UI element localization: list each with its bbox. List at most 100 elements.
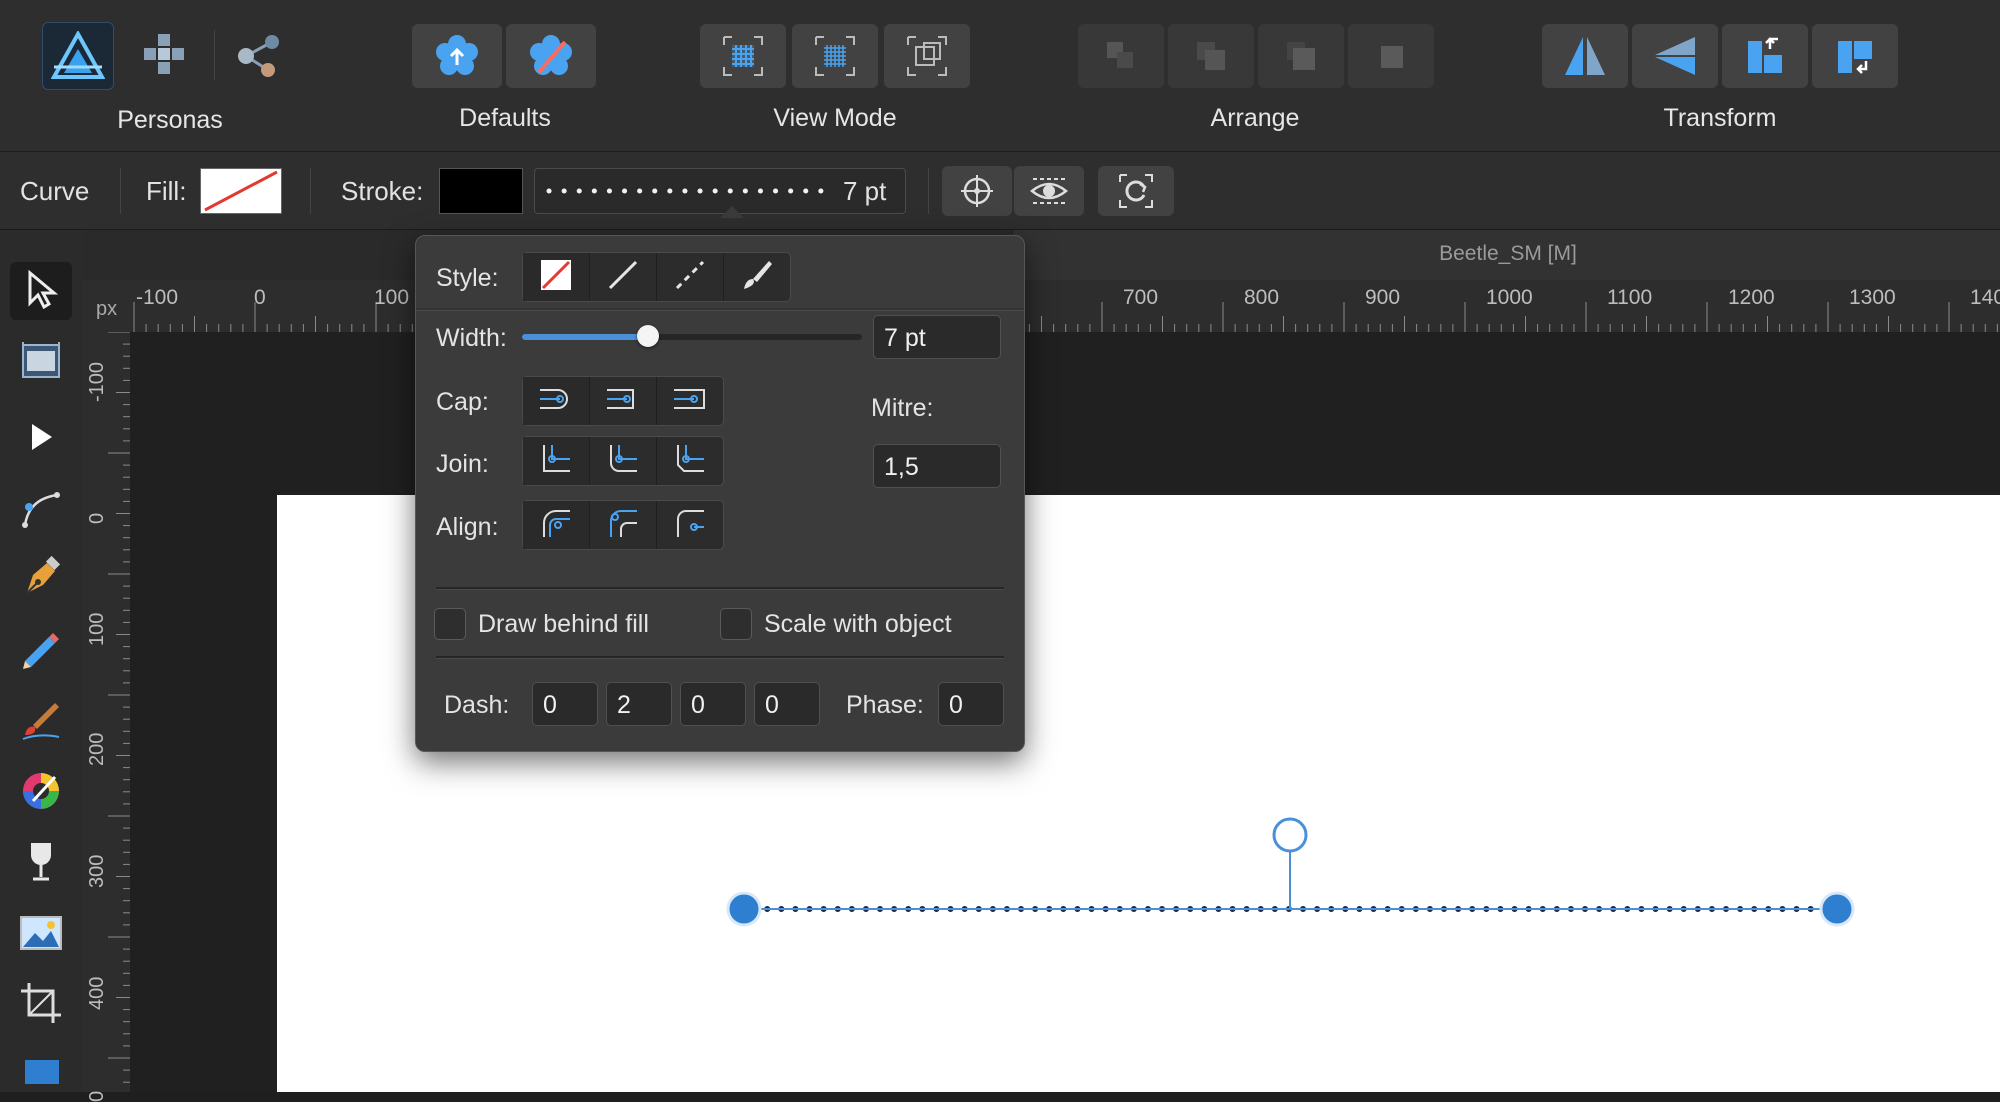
arrange-label: Arrange	[1210, 104, 1300, 132]
export-persona-button[interactable]	[224, 22, 294, 88]
flip-horizontal-button[interactable]	[1542, 24, 1628, 88]
move-back-one-button[interactable]	[1168, 24, 1254, 88]
align-outside-button[interactable]	[657, 501, 723, 549]
pen-tool[interactable]	[10, 550, 72, 608]
dash-field-1[interactable]: 0	[532, 682, 598, 726]
dash-field-3[interactable]: 0	[680, 682, 746, 726]
show-hide-button[interactable]	[1014, 166, 1084, 216]
snap-button[interactable]	[942, 166, 1012, 216]
ruler-h-label: 1100	[1607, 286, 1653, 309]
style-texture-button[interactable]	[724, 253, 790, 301]
control-handle[interactable]	[1272, 817, 1308, 853]
cap-square-button[interactable]	[657, 377, 723, 425]
transform-origin-button[interactable]	[1098, 166, 1174, 216]
separator	[120, 168, 121, 214]
align-inside-button[interactable]	[590, 501, 657, 549]
transparency-tool[interactable]	[10, 834, 72, 892]
pencil-tool[interactable]	[10, 622, 72, 680]
join-round-button[interactable]	[590, 437, 657, 485]
fill-swatch[interactable]	[200, 168, 282, 214]
move-to-front-icon	[1371, 36, 1411, 76]
node-tool[interactable]	[10, 410, 72, 468]
round-cap-icon	[603, 384, 643, 419]
move-arrow-icon	[24, 269, 59, 314]
place-image-tool[interactable]	[10, 906, 72, 964]
separator	[214, 30, 215, 80]
width-field[interactable]: 7 pt	[873, 315, 1001, 359]
cap-round-button[interactable]	[590, 377, 657, 425]
view-mode-vector-button[interactable]	[700, 24, 786, 88]
cap-butt-button[interactable]	[523, 377, 590, 425]
cap-label: Cap:	[436, 388, 489, 416]
width-slider-track[interactable]	[522, 325, 862, 347]
horizontal-ruler[interactable]: px -100 0 100 700 800 900 1000 1100 1200 1300 1400	[82, 280, 2000, 332]
popover-arrow	[720, 206, 744, 218]
artboard-tool[interactable]	[10, 334, 72, 392]
fill-tool[interactable]	[10, 764, 72, 822]
flower-revert-icon	[527, 32, 575, 80]
no-fill-icon	[204, 170, 278, 212]
view-mode-retina-button[interactable]	[792, 24, 878, 88]
refresh-rotate-icon	[1116, 171, 1156, 211]
dash-field-2[interactable]: 2	[606, 682, 672, 726]
fill-label: Fill:	[146, 176, 187, 206]
ruler-h-label: -100	[136, 286, 179, 309]
mitre-field[interactable]: 1,5	[873, 444, 1001, 488]
vector-brush-tool[interactable]	[10, 692, 72, 750]
document-tab[interactable]: Beetle_SM [M]	[1012, 230, 2000, 280]
main-toolbar: Personas Defaults View Mode Arrange Tran…	[0, 0, 2000, 152]
rotate-right-button[interactable]	[1812, 24, 1898, 88]
horizontal-ruler-ticks	[133, 302, 1998, 332]
rotate-left-button[interactable]	[1722, 24, 1808, 88]
scale-with-object-checkbox[interactable]	[720, 608, 752, 640]
crosshair-icon	[959, 173, 995, 209]
style-solid-button[interactable]	[590, 253, 657, 301]
move-to-back-button[interactable]	[1078, 24, 1164, 88]
dotted-stroke-preview-icon	[546, 188, 824, 194]
stroke-style-selector	[522, 252, 791, 302]
mitre-label: Mitre:	[871, 394, 934, 422]
vertical-ruler[interactable]: -100 0 100 200 300 400 0	[82, 331, 130, 1102]
stroke-swatch[interactable]	[439, 168, 523, 214]
rectangle-tool[interactable]	[10, 1050, 72, 1092]
style-none-button[interactable]	[523, 253, 590, 301]
butt-cap-icon	[536, 384, 576, 419]
ruler-v-label: 400	[86, 976, 108, 1010]
point-transform-tool[interactable]	[10, 480, 72, 538]
join-mitre-button[interactable]	[523, 437, 590, 485]
move-forward-one-button[interactable]	[1258, 24, 1344, 88]
ruler-v-label: 100	[86, 612, 108, 646]
personas-label: Personas	[117, 106, 223, 134]
flip-vertical-button[interactable]	[1632, 24, 1718, 88]
sync-defaults-button[interactable]	[412, 24, 502, 88]
export-persona-icon	[232, 30, 286, 80]
color-wheel-icon	[19, 769, 63, 818]
align-center-button[interactable]	[523, 501, 590, 549]
move-tool[interactable]	[10, 262, 72, 320]
ruler-h-label: 900	[1365, 286, 1401, 309]
node-arrow-icon	[26, 420, 56, 459]
start-node[interactable]	[726, 891, 762, 927]
ruler-h-label: 800	[1244, 286, 1280, 309]
pixel-grid-icon	[720, 33, 766, 79]
pencil-icon	[19, 627, 63, 676]
revert-defaults-button[interactable]	[506, 24, 596, 88]
end-node[interactable]	[1819, 891, 1855, 927]
crop-tool[interactable]	[10, 976, 72, 1034]
eye-icon	[1029, 173, 1069, 209]
designer-persona-button[interactable]	[42, 22, 114, 90]
ruler-v-label: 0	[86, 512, 108, 524]
pixel-grid-retina-icon	[812, 33, 858, 79]
pixel-persona-button[interactable]	[130, 22, 200, 88]
stroke-label: Stroke:	[341, 176, 424, 206]
view-mode-outline-button[interactable]	[884, 24, 970, 88]
document-title: Beetle_SM [M]	[1439, 242, 1577, 265]
phase-field[interactable]: 0	[938, 682, 1004, 726]
style-dashed-button[interactable]	[657, 253, 724, 301]
pixel-persona-icon	[140, 30, 190, 80]
join-bevel-button[interactable]	[657, 437, 723, 485]
dash-field-4[interactable]: 0	[754, 682, 820, 726]
width-slider-knob[interactable]	[636, 325, 659, 347]
move-to-front-button[interactable]	[1348, 24, 1434, 88]
draw-behind-fill-checkbox[interactable]	[434, 608, 466, 640]
